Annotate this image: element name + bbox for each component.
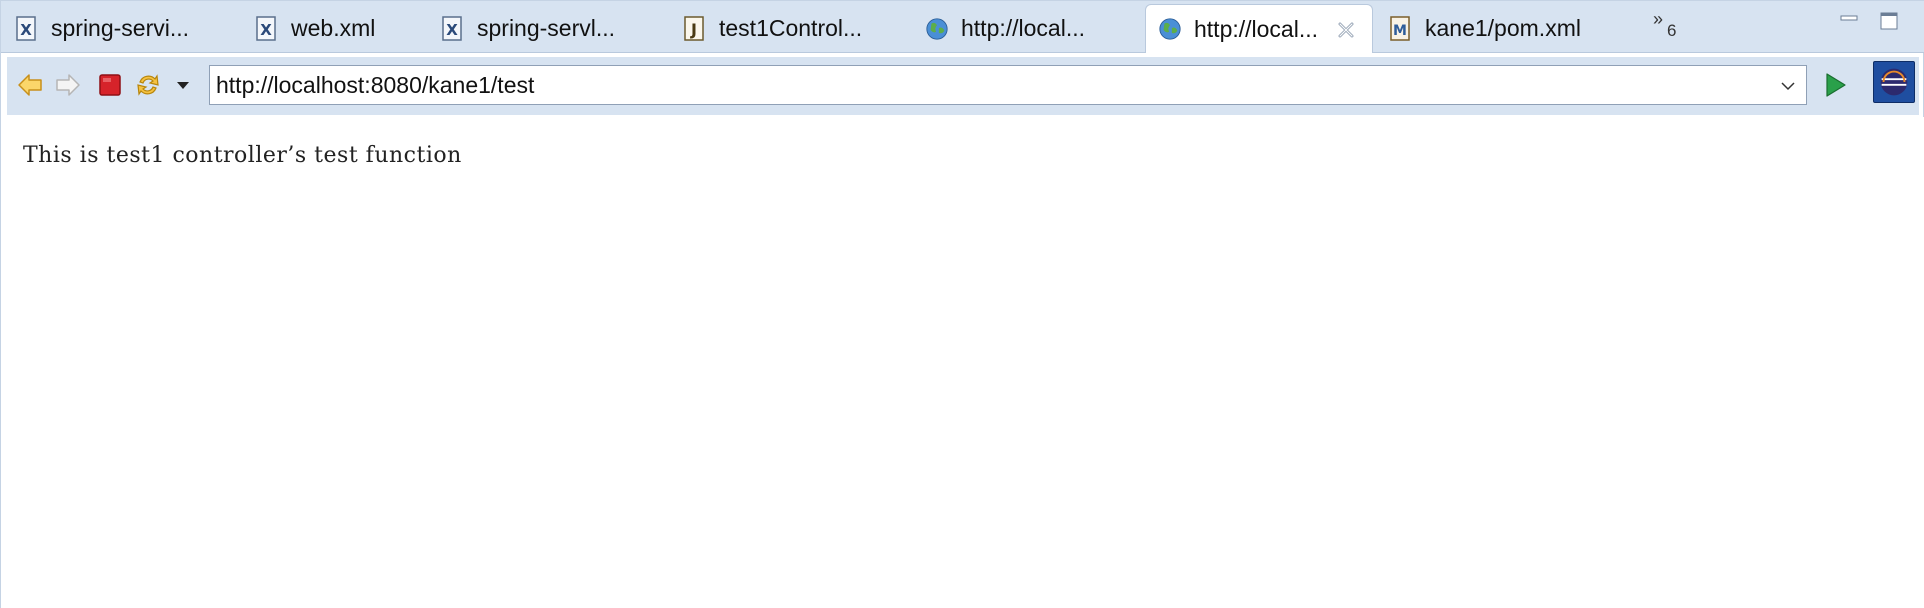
- tab-spring-servl[interactable]: X spring-servl...: [441, 4, 615, 53]
- xml-file-icon: X: [16, 15, 36, 41]
- java-file-icon: J: [684, 15, 704, 41]
- svg-text:J: J: [690, 20, 697, 39]
- maven-file-icon: M: [1390, 15, 1410, 41]
- go-icon[interactable]: [1819, 69, 1851, 101]
- globe-icon: [1159, 18, 1181, 40]
- browser-editor-window: X spring-servi... X web.xml X spring-ser…: [0, 0, 1924, 608]
- xml-file-icon: X: [442, 15, 462, 41]
- menu-arrow-icon[interactable]: [173, 70, 193, 100]
- svg-text:X: X: [260, 21, 272, 39]
- hidden-tab-count: 6: [1667, 21, 1677, 40]
- tab-label: test1Control...: [719, 15, 863, 41]
- eclipse-icon[interactable]: [1873, 61, 1915, 103]
- page-body-text: This is test1 controller’s test function: [23, 143, 462, 168]
- editor-tab-bar: X spring-servi... X web.xml X spring-ser…: [1, 1, 1924, 53]
- tab-label: kane1/pom.xml: [1425, 15, 1581, 41]
- tab-label: http://local...: [1194, 15, 1319, 42]
- browser-toolbar: [7, 57, 1919, 115]
- back-icon[interactable]: [15, 70, 45, 100]
- url-input[interactable]: [210, 67, 1760, 103]
- tab-http-local-active[interactable]: http://local...: [1145, 4, 1373, 53]
- browser-content-area: This is test1 controller’s test function: [1, 117, 1924, 608]
- xml-file-icon: X: [256, 15, 276, 41]
- tab-spring-servi[interactable]: X spring-servi...: [15, 4, 189, 53]
- close-icon[interactable]: [1336, 20, 1356, 40]
- chevron-double-right-icon[interactable]: »: [1653, 9, 1663, 30]
- globe-icon: [926, 17, 948, 40]
- tab-http-local-1[interactable]: http://local...: [925, 4, 1085, 53]
- svg-text:X: X: [20, 21, 32, 39]
- svg-text:X: X: [446, 21, 458, 39]
- tab-test1controller[interactable]: J test1Control...: [683, 4, 862, 53]
- minimize-icon[interactable]: [1839, 11, 1859, 31]
- tab-label: spring-servi...: [51, 15, 190, 41]
- maximize-icon[interactable]: [1879, 11, 1899, 31]
- svg-text:M: M: [1393, 23, 1407, 39]
- forward-icon[interactable]: [53, 70, 83, 100]
- stop-icon[interactable]: [95, 70, 125, 100]
- tab-label: web.xml: [291, 15, 376, 41]
- tab-label: spring-servl...: [477, 15, 616, 41]
- chevron-down-icon[interactable]: [1778, 76, 1798, 96]
- url-bar[interactable]: [209, 65, 1807, 105]
- tab-web-xml[interactable]: X web.xml: [255, 4, 375, 53]
- refresh-icon[interactable]: [133, 70, 163, 100]
- tab-pom-xml[interactable]: M kane1/pom.xml: [1389, 4, 1581, 53]
- tab-label: http://local...: [961, 15, 1086, 41]
